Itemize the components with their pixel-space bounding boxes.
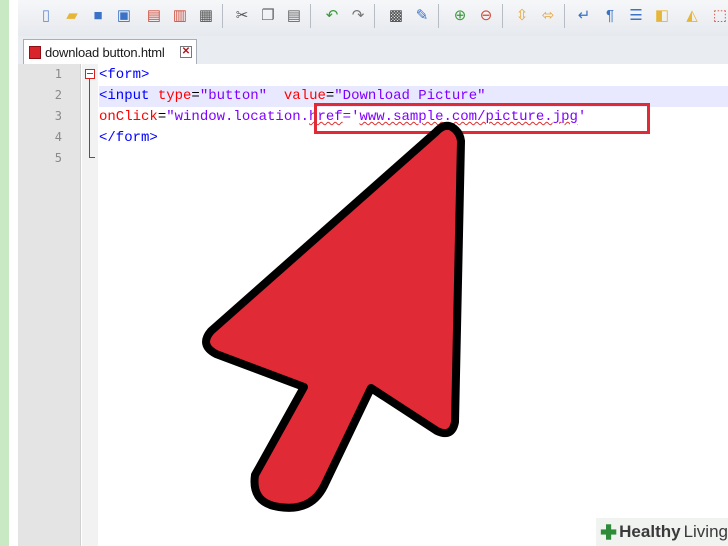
watermark-brand-2: Living [683,522,728,541]
pointer-arrow-icon [202,121,465,512]
watermark-brand: Healthy [619,522,681,541]
watermark: Healthy Living [596,518,728,546]
editor-window: ▯ ▰ ■ ▣ ▤ ▥ ▦ ✂ ❐ ▤ ↶ ↷ ▩ ✎ ⊕ ⊖ ⇳ ⬄ ↵ ¶ … [0,0,728,546]
healthy-living-cross-icon [600,524,617,540]
